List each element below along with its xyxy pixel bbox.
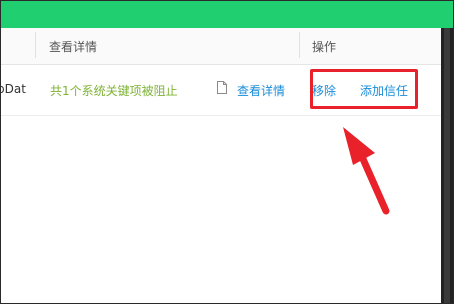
remove-link[interactable]: 移除 — [312, 82, 336, 99]
add-trust-link[interactable]: 添加信任 — [360, 82, 408, 99]
title-bar — [1, 1, 453, 28]
document-icon[interactable] — [217, 81, 227, 94]
arrow-icon — [343, 127, 390, 215]
column-header-details: 查看详情 — [49, 40, 98, 54]
path-cell: pDat — [1, 82, 26, 96]
table-row: pDat 共1个系统关键项被阻止 查看详情 移除 添加信任 — [1, 65, 441, 116]
column-separator — [299, 32, 300, 58]
window-edge — [441, 28, 453, 303]
window-frame: 查看详情 操作 pDat 共1个系统关键项被阻止 查看详情 移除 添加信任 — [0, 0, 454, 304]
table-header: 查看详情 操作 — [1, 28, 441, 65]
column-header-actions: 操作 — [312, 40, 337, 54]
column-separator — [35, 32, 36, 58]
status-text: 共1个系统关键项被阻止 — [50, 84, 178, 98]
view-details-link[interactable]: 查看详情 — [237, 82, 285, 99]
